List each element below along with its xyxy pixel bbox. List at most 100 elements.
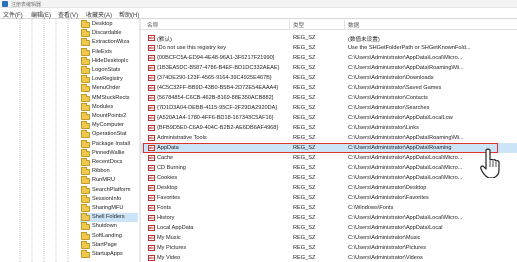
value-row[interactable]: {374DE290-123F-4565-9164-39C4925E467B} RE…	[141, 73, 517, 83]
value-row[interactable]: Local AppData REG_SZ C:\Users\Administrato…	[141, 223, 517, 233]
tree-item[interactable]: Shell Folders	[80, 213, 138, 223]
tree-item[interactable]: Package Install	[80, 139, 138, 149]
tree-item[interactable]: OperationStat	[80, 130, 138, 139]
string-value-icon	[148, 205, 155, 211]
folder-icon	[81, 176, 90, 185]
tree-item-label: MyComputer	[92, 122, 125, 129]
menu-file[interactable]: 文件(F)	[3, 10, 23, 19]
tree-item[interactable]: RunMRU	[80, 176, 138, 185]
tree-item[interactable]: MMStuckRects	[80, 93, 138, 103]
value-row[interactable]: (默认) REG_SZ (数值未设置)	[141, 33, 517, 43]
value-row[interactable]: {56784854-C6CB-462B-8169-88E350ACB882} RE…	[141, 93, 517, 103]
value-row[interactable]: CookiesREG_SZC:\Users\Administrator\AppD…	[141, 173, 517, 183]
tree-item[interactable]: Shutdown	[80, 222, 138, 231]
folder-icon	[81, 112, 90, 120]
string-value-icon	[148, 75, 155, 81]
tree-item-label: OperationStat	[92, 131, 127, 138]
value-row[interactable]: {1B3EA5DC-B587-4786-B4EF-BD1DC332AEAE} RE…	[141, 63, 517, 73]
string-value-icon	[148, 45, 155, 51]
tree-item[interactable]: LowRegistry	[80, 75, 138, 84]
tree-item[interactable]: HideDesktopIc	[80, 56, 138, 66]
value-data: C:\Users\Administrator\AppData\Roaming\M…	[348, 135, 464, 141]
menu-view[interactable]: 查看(V)	[58, 10, 78, 19]
tree-item[interactable]: MenuOrder	[80, 84, 138, 93]
tree-item-label: RunMRU	[92, 177, 116, 184]
value-row[interactable]: Favorites REG_SZ C:\Users\Administrator\Fa…	[141, 193, 517, 203]
tree-item-label: StartPage	[92, 241, 117, 248]
folder-icon	[81, 84, 90, 93]
window-title: 注册表编辑器	[11, 2, 42, 8]
column-name[interactable]: 名称	[147, 21, 158, 29]
column-header: 名称 类型 数据	[141, 19, 517, 30]
tree-item[interactable]: SessionInfo	[80, 194, 138, 204]
tree-item[interactable]: Discardable	[80, 29, 138, 38]
tree-item[interactable]: Desktop	[80, 20, 138, 29]
value-name: My Pictures	[157, 245, 187, 251]
value-row[interactable]: {A520A1A4-1780-4FF6-BD18-167343C5AF16} RE…	[141, 113, 517, 123]
menu-favorites[interactable]: 收藏夹(A)	[86, 10, 112, 19]
tree-item-label: SearchPlatform	[92, 186, 131, 193]
tree-item-label: MMStuckRects	[92, 94, 130, 101]
value-row[interactable]: CD BurningREG_SZC:\Users\Administrator\A…	[141, 163, 517, 173]
tree-item-label: ExtractionWiza	[92, 39, 130, 46]
value-type: REG_SZ	[293, 85, 316, 91]
tree-item[interactable]: StartupApps	[80, 250, 138, 259]
value-data: C:\Users\Administrator\AppData\Local	[348, 225, 443, 231]
value-data: C:\Users\Administrator\AppData\Local\Mic…	[348, 215, 463, 221]
column-divider[interactable]	[344, 20, 345, 29]
string-value-icon	[148, 235, 155, 241]
folder-icon	[81, 38, 90, 47]
column-divider[interactable]	[289, 20, 290, 29]
value-row[interactable]: {00BCFC5A-ED94-4E48-96A1-3F6217F21990} RE…	[141, 53, 517, 63]
value-type: REG_SZ	[293, 65, 316, 71]
column-type[interactable]: 类型	[293, 21, 304, 29]
tree-item-label: Shell Folders	[92, 214, 125, 221]
folder-icon	[81, 93, 90, 102]
folder-icon	[81, 20, 90, 28]
value-row[interactable]: Administrative Tools REG_SZ C:\Users\Admin…	[141, 133, 517, 143]
value-row[interactable]: History REG_SZ C:\Users\Administrator\AppD…	[141, 213, 517, 223]
tree-item[interactable]: MyComputer	[80, 121, 138, 130]
tree-item[interactable]: SharingMFU	[80, 204, 138, 213]
value-row[interactable]: My Music REG_SZ C:\Users\Administrator\Mus…	[141, 233, 517, 243]
value-row[interactable]: !Do not use this registry key REG_SZ Use t…	[141, 43, 517, 53]
value-type: REG_SZ	[293, 45, 316, 51]
tree-item[interactable]: FileExts	[80, 47, 138, 57]
tree-item[interactable]: Ribbon	[80, 167, 138, 176]
value-row[interactable]: My Video REG_SZ C:\Users\Administrator\Vid…	[141, 253, 517, 262]
value-row[interactable]: {BFB9D5E0-C6A9-404C-B2B2-AE6DB6AF4968} RE…	[141, 123, 517, 133]
menu-edit[interactable]: 编辑(E)	[31, 10, 51, 19]
registry-tree[interactable]: Desktop Discardable ExtractionWiza FileExts…	[0, 19, 139, 262]
regedit-icon	[2, 1, 8, 7]
hand-cursor-icon	[480, 148, 500, 178]
folder-icon	[81, 130, 90, 139]
value-row[interactable]: {4C5C32FF-BB9D-43B0-B5B4-2D72E54EAAA4} RE…	[141, 83, 517, 93]
string-value-icon	[148, 105, 155, 111]
tree-item[interactable]: Modules	[80, 102, 138, 112]
menu-help[interactable]: 帮助(H)	[119, 10, 139, 19]
value-data: C:\Users\Administrator\Links	[348, 125, 419, 131]
tree-item[interactable]: ExtractionWiza	[80, 38, 138, 47]
tree-item[interactable]: StartPage	[80, 240, 138, 250]
value-row[interactable]: Fonts REG_SZ C:\Windows\Fonts	[141, 203, 517, 213]
value-row[interactable]: Desktop REG_SZ C:\Users\Administrator\Desk…	[141, 183, 517, 193]
value-row[interactable]: My Pictures REG_SZ C:\Users\Administrator\…	[141, 243, 517, 253]
tree-item[interactable]: SoftLanding	[80, 231, 138, 241]
tree-item[interactable]: RecentDocs	[80, 158, 138, 167]
value-row[interactable]: CacheREG_SZC:\Users\Administrator\AppDat…	[141, 153, 517, 163]
tree-item[interactable]: LogonStats	[80, 66, 138, 75]
tree-item-label: Ribbon	[92, 168, 110, 175]
tree-item[interactable]: PinnedWallie	[80, 148, 138, 158]
tree-item[interactable]: SearchPlatform	[80, 185, 138, 195]
string-value-icon	[148, 255, 155, 261]
tree-item-label: HideDesktopIc	[92, 57, 129, 64]
value-name: Fonts	[157, 205, 171, 211]
string-value-icon	[148, 245, 155, 251]
tree-item-label: SessionInfo	[92, 195, 122, 202]
value-row[interactable]: {7D1D3A04-DEBB-4115-95CF-2F29DA2920DA} RE…	[141, 103, 517, 113]
folder-icon	[81, 222, 90, 231]
values-pane[interactable]: 名称 类型 数据 (默认)REG_SZ(数值未设置)!Do not use th…	[141, 19, 517, 262]
value-type: REG_SZ	[293, 75, 316, 81]
column-data[interactable]: 数据	[348, 21, 359, 29]
tree-item[interactable]: MountPoints2	[80, 112, 138, 121]
